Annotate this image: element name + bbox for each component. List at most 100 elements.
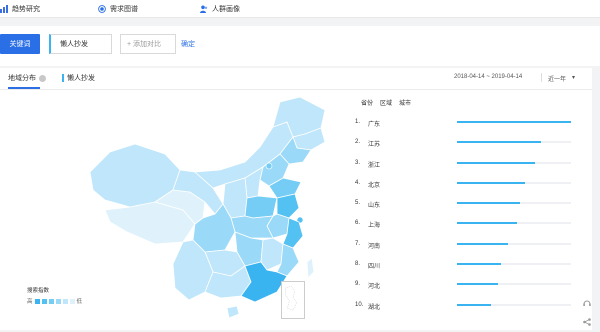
period-select[interactable]: 近一年 ▾ [548,74,575,83]
tab-province[interactable]: 省份 [361,98,373,107]
ranking-index: 3. [355,159,361,166]
nav-trend-research[interactable]: 趋势研究 [0,4,40,14]
legend-scale: 高 低 [27,297,82,305]
legend-low-label: 低 [76,299,83,305]
ranking-bar [457,121,571,123]
province-jiangxi[interactable] [260,237,284,271]
ranking-index: 1. [355,119,361,125]
confirm-button[interactable]: 确定 [181,39,195,49]
panel-header: 地域分布 懒人抄发 2018-04-14 ~ 2019-04-14 近一年 ▾ [0,68,592,90]
ranking-bar-track [457,303,571,306]
tab-city[interactable]: 城市 [399,98,411,107]
tab-region-distribution[interactable]: 地域分布 [8,73,46,89]
ranking-bar [457,141,542,144]
feedback-icon[interactable] [580,296,594,310]
ranking-index: 4. [355,179,361,186]
radio-selected-icon [98,5,106,13]
map-legend: 搜索指数 高 低 [27,286,82,305]
legend-title: 搜索指数 [27,288,50,294]
ranking-province-name: 上海 [368,223,381,230]
nav-demand-graph[interactable]: 需求图谱 [98,4,138,14]
headset-icon [583,300,591,306]
legend-swatch-1 [34,298,40,304]
ranking-row: 7. 河南 [355,241,575,261]
period-label: 近一年 [548,77,567,83]
chevron-down-icon: ▾ [572,75,576,81]
ranking-row: 1. 广东 [355,119,575,139]
keyword-input[interactable]: 懒人抄发 [49,34,112,54]
region-distribution-panel: 地域分布 懒人抄发 2018-04-14 ~ 2019-04-14 近一年 ▾ [0,68,592,330]
ranking-province-name: 河北 [368,284,381,291]
ranking-province-name: 浙江 [368,162,381,169]
ranking-row: 6. 上海 [355,220,575,240]
add-compare-label: + 添加对比 [127,41,162,48]
ranking-index: 10. [355,301,364,308]
ranking-row: 8. 四川 [355,261,575,281]
tab-region-label: 地域分布 [8,75,36,82]
province-taiwan[interactable] [306,257,315,279]
help-icon[interactable] [39,74,46,82]
keyword-color-marker [62,74,64,82]
keyword-tag: 懒人抄发 [62,73,95,83]
ranking-row: 3. 浙江 [355,160,575,180]
top-nav: 趋势研究 需求图谱 人群画像 [0,0,600,18]
share-icon[interactable] [580,315,594,329]
ranking-bar [457,263,502,266]
search-bar: 关键词 懒人抄发 + 添加对比 确定 [0,26,600,66]
people-icon [200,5,208,13]
share-nodes-icon [583,318,591,326]
ranking-province-name: 湖北 [368,304,381,311]
ranking-row: 9. 河北 [355,281,575,301]
ranking-list: 1. 广东 2. 江苏 3. 浙江 4. 北京 5. 山东 6. 上海 7. 河南 8. 四川 9. 河北 10. 湖… [355,119,575,322]
ranking-province-name: 江苏 [368,142,381,149]
ranking-province-name: 河南 [368,243,381,250]
ranking-bar-track [457,242,571,245]
keyword-button[interactable]: 关键词 [0,34,40,54]
ranking-province-name: 四川 [368,264,381,271]
ranking-bar [457,303,492,306]
ranking-row: 2. 江苏 [355,139,575,159]
nav-trend-label: 趋势研究 [12,6,40,13]
province-jiangsu[interactable] [276,193,300,219]
nav-crowd-label: 人群画像 [212,6,240,13]
legend-swatch-5 [62,298,68,304]
tab-area[interactable]: 区域 [380,98,392,107]
ranking-bar [457,181,526,184]
ranking-province-name: 山东 [368,203,381,210]
add-compare-button[interactable]: + 添加对比 [120,34,176,54]
legend-swatch-4 [55,298,61,304]
active-tab-underline [8,87,40,89]
legend-high-label: 高 [27,299,33,305]
legend-swatch-2 [41,298,47,304]
date-range[interactable]: 2018-04-14 ~ 2019-04-14 [454,74,522,80]
ranking-row: 10. 湖北 [355,302,575,322]
divider [541,73,542,82]
ranking-row: 4. 北京 [355,180,575,200]
ranking-bar-track [457,222,571,225]
ranking-province-name: 北京 [368,182,381,189]
ranking-bar-track [457,263,571,266]
ranking-bar-track [457,181,571,184]
ranking-bar-track [457,161,571,164]
ranking-bar [457,202,520,205]
ranking-bar-track [457,121,571,123]
ranking-index: 7. [355,240,361,247]
ranking-index: 5. [355,200,361,207]
keyword-tag-label: 懒人抄发 [67,75,95,82]
legend-swatch-3 [48,298,54,304]
ranking-bar-track [457,283,571,286]
province-beijing[interactable] [265,162,273,170]
ranking-index: 9. [355,281,361,288]
province-henan[interactable] [244,195,278,219]
nav-demand-label: 需求图谱 [110,6,138,13]
ranking-index: 6. [355,220,361,227]
ranking-bar [457,222,518,225]
nav-crowd-portrait[interactable]: 人群画像 [200,4,240,14]
ranking-bar [457,161,535,164]
south-china-sea-inset [281,281,305,319]
province-hainan[interactable] [226,305,240,319]
ranking-bar-track [457,202,571,205]
ranking-bar-track [457,141,571,144]
keyword-input-value: 懒人抄发 [60,41,88,48]
ranking-tabs: 省份 区域 城市 [361,98,411,107]
